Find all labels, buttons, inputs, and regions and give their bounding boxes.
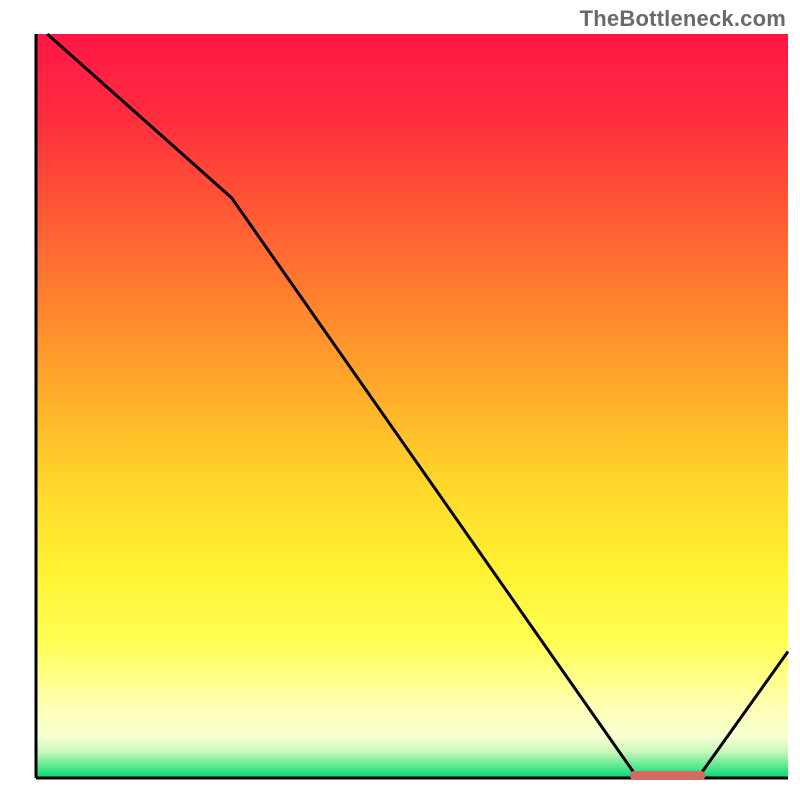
gradient-background bbox=[36, 34, 788, 778]
attribution-label: TheBottleneck.com bbox=[580, 6, 786, 32]
chart-frame: TheBottleneck.com bbox=[0, 0, 800, 800]
bottleneck-chart bbox=[0, 0, 800, 800]
optimal-marker bbox=[630, 771, 705, 780]
